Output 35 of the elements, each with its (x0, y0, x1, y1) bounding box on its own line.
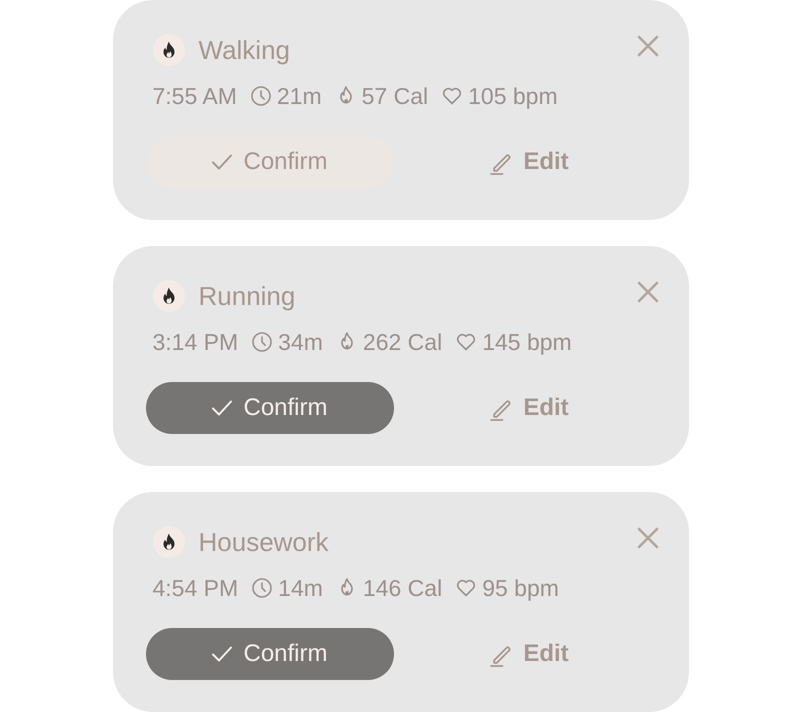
clock-icon (250, 86, 271, 106)
start-time: 4:54 PM (152, 574, 238, 602)
heart-icon (442, 86, 462, 106)
heart-icon (456, 578, 476, 598)
start-time: 3:14 PM (152, 328, 238, 356)
edit-button[interactable]: Edit (490, 628, 581, 680)
confirm-button[interactable]: Confirm (146, 628, 394, 680)
close-button[interactable] (636, 526, 660, 550)
heart-rate-text: 105 bpm (468, 82, 558, 110)
calories-text: 57 Cal (362, 82, 428, 110)
edit-button[interactable]: Edit (490, 136, 581, 188)
close-icon (636, 35, 658, 57)
close-icon (636, 281, 658, 303)
duration-text: 21m (276, 82, 322, 110)
activity-title: Running (198, 280, 296, 312)
clock-icon (252, 332, 272, 352)
heart-rate-text: 145 bpm (482, 328, 572, 356)
close-button[interactable] (636, 34, 660, 58)
calories-text: 262 Cal (362, 328, 442, 356)
duration-text: 14m (278, 574, 323, 602)
activity-title: Housework (198, 526, 330, 558)
flame-icon (152, 280, 184, 312)
duration-text: 34m (278, 328, 323, 356)
close-icon (636, 527, 658, 549)
calories-text: 146 Cal (362, 574, 442, 602)
flame-icon (152, 34, 184, 66)
heart-icon (456, 332, 476, 352)
flame-icon (152, 526, 184, 558)
confirm-button[interactable]: Confirm (146, 382, 394, 434)
clock-icon (252, 578, 272, 598)
heart-rate-text: 95 bpm (482, 574, 559, 602)
start-time: 7:55 AM (152, 82, 237, 110)
activity-title: Walking (198, 34, 292, 66)
close-button[interactable] (636, 280, 660, 304)
edit-button[interactable]: Edit (490, 382, 581, 434)
